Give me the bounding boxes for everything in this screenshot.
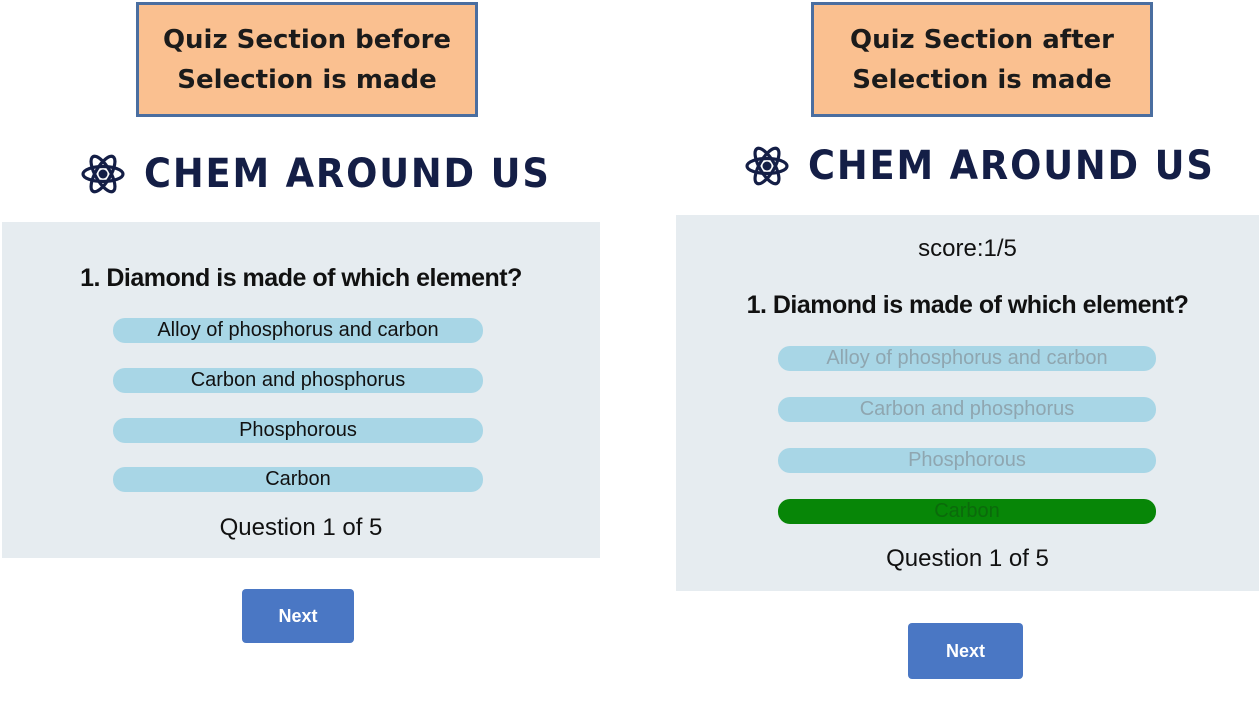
caption-after-selection: Quiz Section after Selection is made xyxy=(811,2,1153,117)
question-counter: Question 1 of 5 xyxy=(219,514,383,541)
option-button-1[interactable]: Alloy of phosphorus and carbon xyxy=(113,318,483,343)
option-button-3[interactable]: Phosphorous xyxy=(113,418,483,443)
option-button-3[interactable]: Phosphorous xyxy=(778,448,1156,473)
brand: CHEM AROUND US xyxy=(80,148,586,200)
brand-title: CHEM AROUND US xyxy=(144,151,551,197)
next-button[interactable]: Next xyxy=(242,589,354,643)
option-button-4[interactable]: Carbon xyxy=(113,467,483,492)
option-button-2[interactable]: Carbon and phosphorus xyxy=(113,368,483,393)
question-counter: Question 1 of 5 xyxy=(886,545,1049,572)
option-button-2[interactable]: Carbon and phosphorus xyxy=(778,397,1156,422)
brand: CHEM AROUND US xyxy=(744,140,1250,192)
next-button[interactable]: Next xyxy=(908,623,1023,679)
question-text: 1. Diamond is made of which element? xyxy=(80,264,522,292)
quiz-box: score:1/5 1. Diamond is made of which el… xyxy=(676,215,1259,591)
quiz-after-selection-panel: Quiz Section after Selection is made CHE… xyxy=(660,0,1260,704)
quiz-before-selection-panel: Quiz Section before Selection is made CH… xyxy=(0,0,620,704)
atom-icon xyxy=(81,154,125,194)
quiz-box: 1. Diamond is made of which element? All… xyxy=(2,222,600,558)
option-button-4-correct[interactable]: Carbon xyxy=(778,499,1156,524)
caption-before-selection: Quiz Section before Selection is made xyxy=(136,2,478,117)
option-button-1[interactable]: Alloy of phosphorus and carbon xyxy=(778,346,1156,371)
score-text: score:1/5 xyxy=(918,235,1017,262)
atom-icon xyxy=(745,146,789,186)
brand-title: CHEM AROUND US xyxy=(808,143,1215,189)
question-text: 1. Diamond is made of which element? xyxy=(746,291,1189,319)
